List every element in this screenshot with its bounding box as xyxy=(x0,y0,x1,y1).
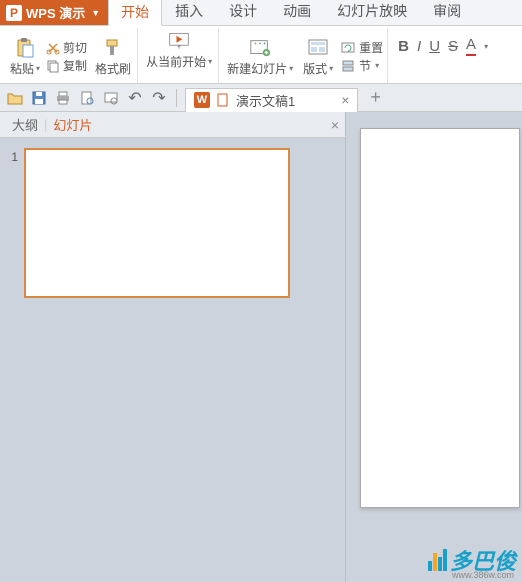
reset-icon xyxy=(341,41,355,55)
open-icon[interactable] xyxy=(6,89,24,107)
list-item[interactable]: 1 xyxy=(8,148,337,298)
side-tab-outline[interactable]: 大纲 xyxy=(6,115,44,134)
slide-options: 重置 节 ▾ xyxy=(341,38,383,74)
slide-thumbnail[interactable] xyxy=(24,148,290,298)
document-tab[interactable]: W 演示文稿1 × xyxy=(185,88,358,112)
group-slideshow: 从当前开始▾ xyxy=(140,28,219,83)
from-current-label: 从当前开始 xyxy=(146,53,206,70)
format-painter-icon xyxy=(102,37,124,59)
thumbnail-list: 1 xyxy=(0,138,345,308)
chevron-down-icon: ▾ xyxy=(375,61,379,70)
close-icon[interactable]: × xyxy=(341,92,349,108)
tab-design[interactable]: 设计 xyxy=(216,0,270,25)
cut-button[interactable]: 剪切 xyxy=(46,40,87,56)
print-preview-icon[interactable] xyxy=(78,89,96,107)
copy-button[interactable]: 复制 xyxy=(46,58,87,74)
side-tabs: 大纲 | 幻灯片 × xyxy=(0,112,345,138)
layout-icon xyxy=(307,37,329,59)
app-name: WPS 演示 xyxy=(26,3,85,22)
side-panel: 大纲 | 幻灯片 × 1 xyxy=(0,112,346,582)
copy-icon xyxy=(46,59,60,73)
title-bar: P WPS 演示 ▼ 开始 插入 设计 动画 幻灯片放映 审阅 xyxy=(0,0,522,26)
strike-button[interactable]: S xyxy=(448,38,458,55)
tab-start[interactable]: 开始 xyxy=(108,0,162,26)
bold-button[interactable]: B xyxy=(398,38,409,55)
reset-button[interactable]: 重置 xyxy=(341,40,383,56)
underline-button[interactable]: U xyxy=(429,38,440,55)
section-icon xyxy=(341,59,355,73)
group-font: B I U S A ▾ xyxy=(390,28,496,83)
doc-title: 演示文稿1 xyxy=(236,91,295,110)
reset-label: 重置 xyxy=(359,39,383,56)
paste-label: 粘贴 xyxy=(10,60,34,77)
paste-icon xyxy=(14,37,36,59)
clipboard-small: 剪切 复制 xyxy=(46,38,87,74)
chevron-down-icon: ▾ xyxy=(36,64,40,73)
close-panel-icon[interactable]: × xyxy=(331,117,339,133)
quick-access-bar: ↶ ↷ W 演示文稿1 × + xyxy=(0,84,522,112)
group-clipboard: 粘贴▾ 剪切 复制 格式刷 xyxy=(4,28,138,83)
wps-doc-icon: W xyxy=(194,92,210,108)
watermark-bars-icon xyxy=(428,549,448,576)
preview-icon[interactable] xyxy=(102,89,120,107)
text-format-row: B I U S A ▾ xyxy=(394,28,492,56)
paste-button[interactable]: 粘贴▾ xyxy=(8,35,42,77)
copy-label: 复制 xyxy=(63,57,87,74)
redo-icon[interactable]: ↷ xyxy=(150,89,168,107)
app-badge[interactable]: P WPS 演示 ▼ xyxy=(0,0,108,25)
app-logo-icon: P xyxy=(6,5,22,21)
chevron-down-icon: ▼ xyxy=(91,8,100,18)
side-tab-slides[interactable]: 幻灯片 xyxy=(47,115,98,134)
tab-insert[interactable]: 插入 xyxy=(162,0,216,25)
tab-animation[interactable]: 动画 xyxy=(270,0,324,25)
canvas-area[interactable] xyxy=(346,112,522,582)
new-tab-button[interactable]: + xyxy=(364,87,387,108)
cut-label: 剪切 xyxy=(63,39,87,56)
format-painter-button[interactable]: 格式刷 xyxy=(93,35,133,77)
main-area: 大纲 | 幻灯片 × 1 xyxy=(0,112,522,582)
from-current-button[interactable]: 从当前开始▾ xyxy=(144,28,214,70)
ribbon: 粘贴▾ 剪切 复制 格式刷 从当前开始▾ 新建幻灯片▾ xyxy=(0,26,522,84)
section-label: 节 xyxy=(359,57,371,74)
doc-type-icon xyxy=(216,93,230,107)
chevron-down-icon[interactable]: ▾ xyxy=(484,42,488,51)
cut-icon xyxy=(46,41,60,55)
layout-label: 版式 xyxy=(303,60,327,77)
layout-button[interactable]: 版式▾ xyxy=(301,35,335,77)
separator xyxy=(176,89,177,107)
watermark-link: www.386w.com xyxy=(452,570,514,580)
save-icon[interactable] xyxy=(30,89,48,107)
slide-number: 1 xyxy=(8,148,18,164)
font-color-button[interactable]: A xyxy=(466,36,476,56)
section-button[interactable]: 节 ▾ xyxy=(341,58,383,74)
tab-slideshow[interactable]: 幻灯片放映 xyxy=(324,0,420,25)
chevron-down-icon: ▾ xyxy=(289,64,293,73)
menu-tabs: 开始 插入 设计 动画 幻灯片放映 审阅 xyxy=(108,0,474,25)
print-icon[interactable] xyxy=(54,89,72,107)
tab-review[interactable]: 审阅 xyxy=(420,0,474,25)
group-slides: 新建幻灯片▾ 版式▾ 重置 节 ▾ xyxy=(221,28,388,83)
undo-icon[interactable]: ↶ xyxy=(126,89,144,107)
new-slide-icon xyxy=(249,37,271,59)
chevron-down-icon: ▾ xyxy=(208,57,212,66)
new-slide-label: 新建幻灯片 xyxy=(227,60,287,77)
slide-canvas[interactable] xyxy=(360,128,520,508)
new-slide-button[interactable]: 新建幻灯片▾ xyxy=(225,35,295,77)
play-icon xyxy=(168,30,190,52)
italic-button[interactable]: I xyxy=(417,38,421,55)
format-painter-label: 格式刷 xyxy=(95,60,131,77)
chevron-down-icon: ▾ xyxy=(329,64,333,73)
